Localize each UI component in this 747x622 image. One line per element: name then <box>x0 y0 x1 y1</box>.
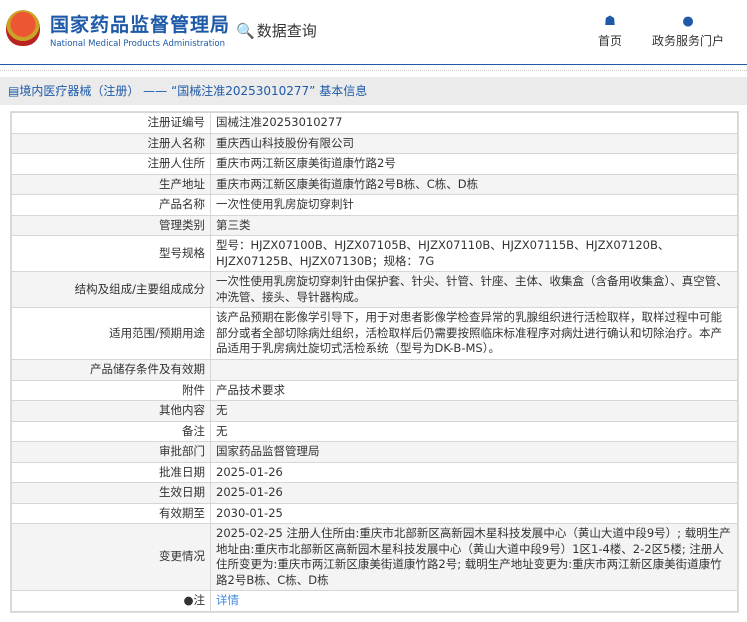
row-value: 无 <box>210 400 738 422</box>
row-value: 该产品预期在影像学引导下，用于对患者影像学检查异常的乳腺组织进行活检取样，取样过… <box>210 307 738 360</box>
row-label: 生产地址 <box>11 173 211 195</box>
row-value: 型号：HJZX07100B、HJZX07105B、HJZX07110B、HJZX… <box>210 235 738 272</box>
table-row-note: ●注 详情 <box>11 590 738 612</box>
row-value: 2030-01-25 <box>210 502 738 524</box>
row-value: 2025-02-25 注册人住所由:重庆市北部新区高新园木星科技发展中心（黄山大… <box>210 523 738 591</box>
note-label: 注 <box>193 593 206 607</box>
row-value: 2025-01-26 <box>210 461 738 483</box>
table-row: 适用范围/预期用途 该产品预期在影像学引导下，用于对患者影像学检查异常的乳腺组织进… <box>11 307 738 360</box>
row-value: 重庆西山科技股份有限公司 <box>210 132 738 154</box>
note-label-cell: ●注 <box>11 590 211 612</box>
row-value: 重庆市两江新区康美街道康竹路2号 <box>210 153 738 175</box>
pin-icon: ● <box>183 593 194 607</box>
row-value <box>210 358 738 381</box>
row-label: 其他内容 <box>11 400 211 422</box>
row-label: 批准日期 <box>11 461 211 483</box>
table-row: 备注无 <box>11 420 738 442</box>
table-row: 批准日期 2025-01-26 <box>11 461 738 483</box>
nav-home-label: 首页 <box>598 34 623 48</box>
national-emblem-logo <box>6 10 40 46</box>
row-value: 无 <box>210 420 738 442</box>
user-icon: ● <box>682 14 694 29</box>
table-row: 变更情况 2025-02-25 注册人住所由:重庆市北部新区高新园木星科技发展中心… <box>11 523 738 591</box>
row-label: 变更情况 <box>11 523 211 591</box>
row-label: 结构及组成/主要组成成分 <box>11 271 211 308</box>
row-value: 第三类 <box>210 214 738 236</box>
note-value: 详情 <box>210 590 738 612</box>
table-row: 型号规格 型号：HJZX07100B、HJZX07105B、HJZX07110B、… <box>11 235 738 272</box>
home-icon: ☗ <box>604 14 616 29</box>
document-icon: ▤ <box>8 84 20 98</box>
row-label: 注册证编号 <box>11 112 211 134</box>
breadcrumb-text: 境内医疗器械（注册） —— “国械注准20253010277” 基本信息 <box>19 84 368 98</box>
row-value: 重庆市两江新区康美街道康竹路2号B栋、C栋、D栋 <box>210 173 738 195</box>
table-row: 注册证编号 国械注准20253010277 <box>11 112 738 134</box>
row-label: 有效期至 <box>11 502 211 524</box>
table-row: 其他内容无 <box>11 400 738 422</box>
brand-title-cn: 国家药品监督管理局 <box>50 14 231 36</box>
data-query-label: 数据查询 <box>256 22 317 40</box>
table-row: 注册人名称 重庆西山科技股份有限公司 <box>11 132 738 154</box>
detail-table: 注册证编号 国械注准20253010277 注册人名称 重庆西山科技股份有限公司 注册人… <box>11 112 738 612</box>
data-query-link[interactable]: 🔍 数据查询 <box>236 20 317 41</box>
breadcrumb: ▤境内医疗器械（注册） —— “国械注准20253010277” 基本信息 <box>0 77 747 105</box>
site-header: 国家药品监督管理局 National Medical Products Admi… <box>0 0 747 65</box>
nav-portal-label: 政务服务门户 <box>652 34 725 48</box>
row-value: 国家药品监督管理局 <box>210 441 738 463</box>
table-row: 管理类别 第三类 <box>11 214 738 236</box>
brand-title-en: National Medical Products Administration <box>50 39 225 49</box>
row-label: 注册人住所 <box>11 153 211 175</box>
table-row: 产品名称 一次性使用乳房旋切穿刺针 <box>11 194 738 216</box>
row-value: 2025-01-26 <box>210 482 738 504</box>
table-row: 注册人住所 重庆市两江新区康美街道康竹路2号 <box>11 153 738 175</box>
nav-home[interactable]: ☗ 首页 <box>598 14 622 49</box>
row-value: 一次性使用乳房旋切穿刺针由保护套、针尖、针管、针座、主体、收集盒（含备用收集盒）… <box>210 271 738 308</box>
row-label: 适用范围/预期用途 <box>11 307 211 360</box>
table-row: 审批部门 国家药品监督管理局 <box>11 441 738 463</box>
table-row: 结构及组成/主要组成成分 一次性使用乳房旋切穿刺针由保护套、针尖、针管、针座、主体… <box>11 271 738 308</box>
row-label: 型号规格 <box>11 235 211 272</box>
detail-table-container: 注册证编号 国械注准20253010277 注册人名称 重庆西山科技股份有限公司 注册人… <box>10 111 739 613</box>
table-row: 附件 产品技术要求 <box>11 379 738 401</box>
row-label: 注册人名称 <box>11 132 211 154</box>
table-row: 生效日期 2025-01-26 <box>11 482 738 504</box>
row-label: 备注 <box>11 420 211 442</box>
row-label: 审批部门 <box>11 441 211 463</box>
details-link[interactable]: 详情 <box>216 593 239 607</box>
row-label: 产品名称 <box>11 194 211 216</box>
row-value: 产品技术要求 <box>210 379 738 401</box>
document-search-icon: 🔍 <box>236 21 255 40</box>
row-label: 产品储存条件及有效期 <box>11 358 211 381</box>
table-row: 生产地址 重庆市两江新区康美街道康竹路2号B栋、C栋、D栋 <box>11 173 738 195</box>
nav-service-portal[interactable]: ● 政务服务门户 <box>652 14 724 49</box>
divider <box>0 67 747 71</box>
row-value: 国械注准20253010277 <box>210 112 738 134</box>
row-label: 生效日期 <box>11 482 211 504</box>
row-label: 管理类别 <box>11 214 211 236</box>
brand[interactable]: 国家药品监督管理局 National Medical Products Admi… <box>50 10 230 49</box>
table-row: 产品储存条件及有效期 <box>11 358 738 381</box>
row-label: 附件 <box>11 379 211 401</box>
row-value: 一次性使用乳房旋切穿刺针 <box>210 194 738 216</box>
table-row: 有效期至 2030-01-25 <box>11 502 738 524</box>
